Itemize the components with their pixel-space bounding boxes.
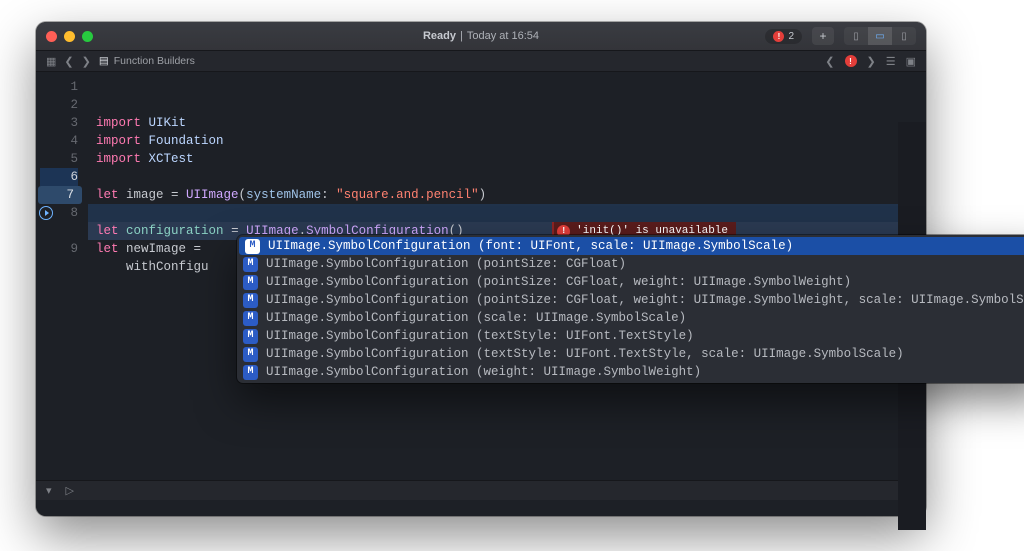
- right-panel-icon[interactable]: ▯: [892, 27, 916, 45]
- bottom-panel-icon[interactable]: ▭: [868, 27, 892, 45]
- xcode-window: Ready | Today at 16:54 ! 2 + ▯ ▭ ▯ ▦ ❮ ❯…: [36, 22, 926, 516]
- line-number[interactable]: [40, 222, 78, 240]
- completion-signature: UIImage.SymbolConfiguration (pointSize: …: [266, 273, 851, 291]
- titlebar: Ready | Today at 16:54 ! 2 + ▯ ▭ ▯: [36, 22, 926, 50]
- code-line[interactable]: import Foundation: [88, 132, 926, 150]
- completion-signature: UIImage.SymbolConfiguration (font: UIFon…: [268, 237, 793, 255]
- line-number[interactable]: 2: [40, 96, 78, 114]
- completion-kind-icon: M: [243, 329, 258, 344]
- play-icon[interactable]: ▷: [66, 484, 74, 497]
- autocomplete-item[interactable]: M UIImage.SymbolConfiguration (pointSize:…: [237, 255, 1024, 273]
- related-items-icon[interactable]: ▦: [46, 55, 56, 68]
- error-pill[interactable]: ! 2: [765, 29, 802, 44]
- outline-icon[interactable]: ☰: [886, 55, 896, 68]
- window-bottom: [36, 500, 926, 516]
- completion-kind-icon: M: [243, 365, 258, 380]
- nav-back-right-icon[interactable]: ❮: [825, 55, 834, 68]
- nav-back-icon[interactable]: ❮: [64, 55, 73, 68]
- line-number[interactable]: 9: [40, 240, 78, 258]
- autocomplete-item[interactable]: M UIImage.SymbolConfiguration (font: UIFo…: [239, 237, 1024, 255]
- code-line[interactable]: [88, 204, 926, 222]
- autocomplete-item[interactable]: M UIImage.SymbolConfiguration (textStyle:…: [237, 345, 1024, 363]
- jump-bar-right: ❮ ! ❯ ☰ ▣: [825, 55, 916, 68]
- inline-error-icon[interactable]: !: [845, 55, 857, 67]
- assistant-icon[interactable]: ▣: [906, 55, 916, 68]
- autocomplete-item[interactable]: M UIImage.SymbolConfiguration (scale: UII…: [237, 309, 1024, 327]
- completion-signature: UIImage.SymbolConfiguration (pointSize: …: [266, 291, 1024, 309]
- line-number[interactable]: 3: [40, 114, 78, 132]
- nav-forward-right-icon[interactable]: ❯: [867, 55, 876, 68]
- line-number[interactable]: 4: [40, 132, 78, 150]
- close-window-icon[interactable]: [46, 31, 57, 42]
- completion-signature: UIImage.SymbolConfiguration (weight: UII…: [266, 363, 701, 381]
- code-line[interactable]: import UIKit: [88, 114, 926, 132]
- console-toggle-icon[interactable]: ▾: [46, 484, 52, 497]
- completion-signature: UIImage.SymbolConfiguration (pointSize: …: [266, 255, 626, 273]
- completion-kind-icon: M: [243, 257, 258, 272]
- breadcrumb-file: Function Builders: [114, 55, 195, 67]
- autocomplete-item[interactable]: M UIImage.SymbolConfiguration (textStyle:…: [237, 327, 1024, 345]
- jump-bar: ▦ ❮ ❯ ▤ Function Builders ❮ ! ❯ ☰ ▣: [36, 50, 926, 72]
- error-icon: !: [773, 31, 784, 42]
- run-inline-icon[interactable]: [39, 206, 53, 220]
- completion-kind-icon: M: [243, 311, 258, 326]
- titlebar-right: ! 2 + ▯ ▭ ▯: [765, 27, 916, 45]
- fullscreen-window-icon[interactable]: [82, 31, 93, 42]
- code-line[interactable]: [88, 168, 926, 186]
- code-line[interactable]: import XCTest: [88, 150, 926, 168]
- completion-kind-icon: M: [243, 347, 258, 362]
- completion-kind-icon: M: [243, 275, 258, 290]
- line-gutter[interactable]: 12345678 9: [36, 72, 88, 480]
- status-strong: Ready: [423, 30, 456, 42]
- autocomplete-popover[interactable]: M UIImage.SymbolConfiguration (font: UIFo…: [237, 235, 1024, 383]
- completion-kind-icon: M: [243, 293, 258, 308]
- completion-signature: UIImage.SymbolConfiguration (textStyle: …: [266, 345, 904, 363]
- completion-kind-icon: M: [245, 239, 260, 254]
- traffic-lights: [46, 31, 93, 42]
- line-number[interactable]: 1: [40, 78, 78, 96]
- completion-signature: UIImage.SymbolConfiguration (scale: UIIm…: [266, 309, 686, 327]
- panel-segment[interactable]: ▯ ▭ ▯: [844, 27, 916, 45]
- minimize-window-icon[interactable]: [64, 31, 75, 42]
- autocomplete-item[interactable]: M UIImage.SymbolConfiguration (pointSize:…: [237, 273, 1024, 291]
- swift-file-icon: ▤: [99, 55, 109, 67]
- add-tab-button[interactable]: +: [812, 27, 834, 45]
- autocomplete-item[interactable]: M UIImage.SymbolConfiguration (pointSize:…: [237, 291, 1024, 309]
- breadcrumb[interactable]: ▤ Function Builders: [99, 55, 195, 67]
- line-number[interactable]: 6: [40, 168, 78, 186]
- line-number[interactable]: 5: [40, 150, 78, 168]
- left-panel-icon[interactable]: ▯: [844, 27, 868, 45]
- line-number[interactable]: 8: [40, 204, 78, 222]
- status-time: Today at 16:54: [467, 30, 539, 42]
- nav-forward-icon[interactable]: ❯: [82, 55, 91, 68]
- code-line[interactable]: let image = UIImage(systemName: "square.…: [88, 186, 926, 204]
- autocomplete-item[interactable]: M UIImage.SymbolConfiguration (weight: UI…: [237, 363, 1024, 381]
- error-count: 2: [788, 31, 794, 42]
- debug-bar: ▾ ▷: [36, 480, 926, 500]
- line-number[interactable]: 7: [38, 186, 82, 204]
- completion-signature: UIImage.SymbolConfiguration (textStyle: …: [266, 327, 694, 345]
- status-center: Ready | Today at 16:54: [423, 30, 539, 42]
- plus-icon: +: [819, 29, 826, 43]
- status-sep: |: [460, 30, 463, 42]
